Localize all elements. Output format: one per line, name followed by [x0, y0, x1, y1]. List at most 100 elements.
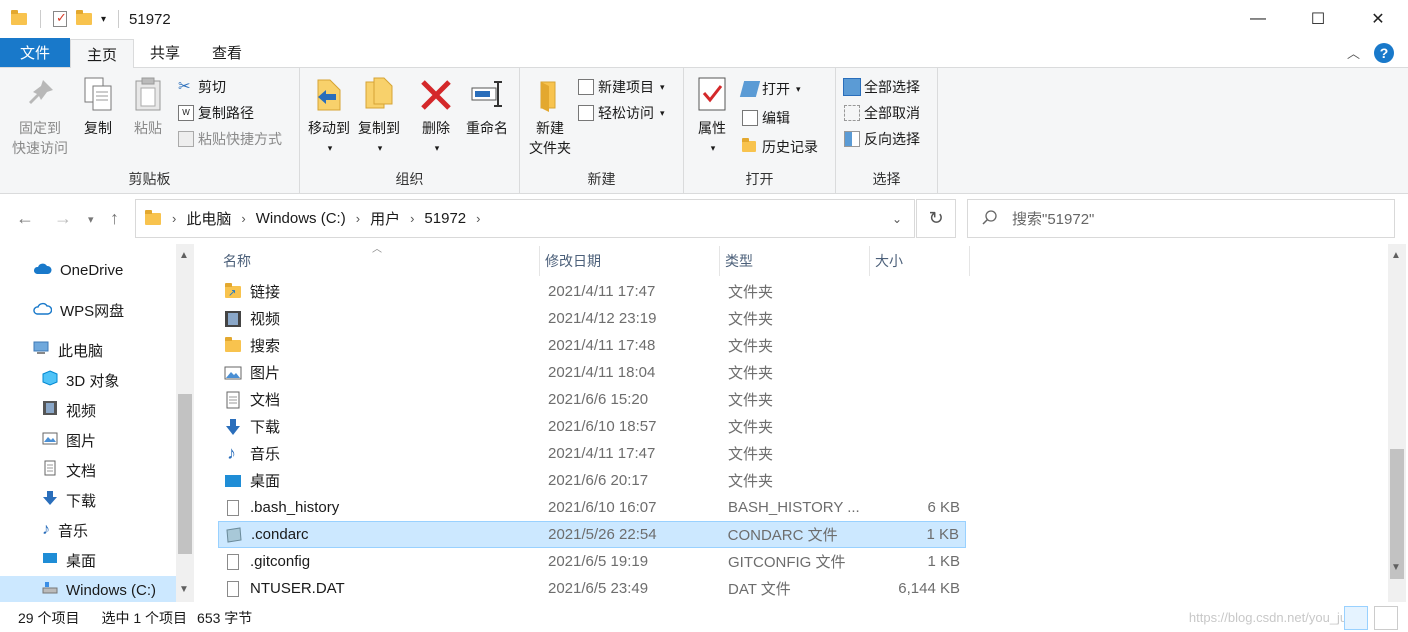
file-row[interactable]: .gitconfig 2021/6/5 19:19 GITCONFIG 文件 1 KB: [218, 548, 966, 575]
chevron-right-icon[interactable]: ›: [476, 211, 480, 226]
chevron-right-icon[interactable]: ›: [172, 211, 176, 226]
chevron-right-icon[interactable]: ›: [241, 211, 245, 226]
file-name: 文档: [250, 392, 281, 409]
pin-label: 固定到 快速访问: [12, 120, 68, 156]
nav-item-documents[interactable]: 文档: [42, 456, 96, 484]
copy-path-button[interactable]: W 复制路径: [178, 102, 254, 124]
nav-item-pictures[interactable]: 图片: [42, 426, 96, 454]
scroll-up-icon[interactable]: ▲: [1391, 250, 1401, 261]
column-header-date[interactable]: 修改日期: [540, 246, 720, 276]
file-row[interactable]: 搜索 2021/4/11 17:48 文件夹: [218, 332, 966, 359]
file-name: NTUSER.DAT: [250, 580, 345, 597]
recent-locations-chevron-icon[interactable]: ▾: [88, 213, 94, 226]
searches-folder-icon: [224, 336, 242, 355]
scroll-thumb[interactable]: [178, 394, 192, 554]
file-row[interactable]: ↗ 链接 2021/4/11 17:47 文件夹: [218, 278, 966, 305]
scroll-thumb[interactable]: [1390, 449, 1404, 579]
copy-to-button[interactable]: 复制到 ▾: [356, 76, 402, 158]
file-name-cell: 桌面: [218, 470, 540, 491]
help-icon[interactable]: ?: [1374, 42, 1394, 63]
select-none-button[interactable]: 全部取消: [844, 102, 920, 124]
details-view-icon[interactable]: [1344, 606, 1368, 630]
refresh-button[interactable]: ↻: [916, 199, 956, 238]
navigation-scrollbar[interactable]: ▲ ▼: [176, 244, 194, 602]
collapse-ribbon-icon[interactable]: ︿: [1347, 43, 1360, 62]
breadcrumb-this-pc[interactable]: 此电脑: [186, 208, 231, 229]
dropdown-icon: ▾: [710, 143, 716, 153]
scroll-down-icon[interactable]: ▼: [1391, 562, 1401, 573]
properties-check-icon[interactable]: ✓: [53, 10, 67, 27]
nav-item-this-pc[interactable]: 此电脑: [32, 336, 103, 364]
paste-button[interactable]: 粘贴: [128, 76, 168, 138]
new-item-button[interactable]: 新建项目 ▾: [578, 76, 665, 98]
file-row[interactable]: 视频 2021/4/12 23:19 文件夹: [218, 305, 966, 332]
computer-icon: [32, 340, 50, 360]
address-bar[interactable]: › 此电脑 › Windows (C:) › 用户 › 51972 › ⌄: [135, 199, 915, 238]
maximize-button[interactable]: ☐: [1288, 0, 1348, 38]
address-dropdown-icon[interactable]: ⌄: [892, 212, 902, 226]
file-name: 链接: [250, 284, 281, 301]
pictures-folder-icon: [224, 364, 242, 382]
scroll-up-icon[interactable]: ▲: [179, 250, 189, 261]
paste-shortcut-button[interactable]: 粘贴快捷方式: [178, 128, 282, 150]
easy-access-button[interactable]: 轻松访问 ▾: [578, 102, 665, 124]
column-header-type[interactable]: 类型: [720, 246, 870, 276]
file-row[interactable]: .bash_history 2021/6/10 16:07 BASH_HISTORY…: [218, 494, 966, 521]
file-list-scrollbar[interactable]: ▲ ▼: [1388, 244, 1406, 602]
column-header-size[interactable]: 大小: [870, 246, 970, 276]
new-folder-button[interactable]: 新建 文件夹: [524, 76, 576, 158]
nav-item-downloads[interactable]: 下载: [42, 486, 96, 514]
minimize-button[interactable]: —: [1228, 0, 1288, 38]
open-button[interactable]: 打开 ▾: [739, 78, 801, 100]
properties-button[interactable]: 属性 ▾: [692, 76, 732, 158]
rename-button[interactable]: 重命名: [462, 76, 512, 138]
nav-item-videos[interactable]: 视频: [42, 396, 96, 424]
new-folder-icon[interactable]: [75, 10, 93, 28]
tab-share[interactable]: 共享: [134, 38, 196, 67]
file-row[interactable]: 下载 2021/6/10 18:57 文件夹: [218, 413, 966, 440]
nav-item-wps[interactable]: WPS网盘: [32, 296, 124, 324]
file-row[interactable]: 桌面 2021/6/6 20:17 文件夹: [218, 467, 966, 494]
edit-button[interactable]: 编辑: [742, 107, 790, 129]
document-icon: [42, 460, 58, 480]
nav-item-windows-c[interactable]: Windows (C:): [0, 576, 176, 602]
breadcrumb-51972[interactable]: 51972: [424, 210, 466, 227]
nav-item-3d-objects[interactable]: 3D 对象: [42, 366, 119, 394]
scissors-icon: ✂: [178, 78, 191, 95]
delete-button[interactable]: 删除 ▾: [416, 76, 456, 158]
tab-file[interactable]: 文件: [0, 38, 70, 67]
pin-quick-access-button[interactable]: 固定到 快速访问: [8, 76, 72, 158]
up-arrow-icon[interactable]: ↑: [110, 208, 119, 229]
tab-view[interactable]: 查看: [196, 38, 258, 67]
nav-item-onedrive[interactable]: OneDrive: [32, 256, 123, 284]
tab-home[interactable]: 主页: [70, 39, 135, 68]
file-row[interactable]: ♪ 音乐 2021/4/11 17:47 文件夹: [218, 440, 966, 467]
move-to-button[interactable]: 移动到 ▾: [306, 76, 352, 158]
file-row[interactable]: .condarc 2021/5/26 22:54 CONDARC 文件 1 KB: [218, 521, 966, 548]
chevron-right-icon[interactable]: ›: [410, 211, 414, 226]
scroll-down-icon[interactable]: ▼: [179, 584, 189, 595]
onedrive-cloud-icon: [32, 261, 52, 279]
chevron-right-icon[interactable]: ›: [356, 211, 360, 226]
nav-item-desktop[interactable]: 桌面: [42, 546, 96, 574]
large-icons-view-icon[interactable]: [1374, 606, 1398, 630]
customize-qat-icon[interactable]: ▾: [101, 14, 106, 25]
breadcrumb-users[interactable]: 用户: [370, 208, 400, 229]
file-row[interactable]: NTUSER.DAT 2021/6/5 23:49 DAT 文件 6,144 KB: [218, 575, 966, 602]
invert-selection-button[interactable]: 反向选择: [844, 128, 920, 150]
cut-button[interactable]: ✂ 剪切: [178, 76, 226, 98]
download-arrow-icon: [42, 490, 58, 510]
select-all-button[interactable]: 全部选择: [843, 76, 920, 98]
column-header-name[interactable]: 名称: [218, 246, 540, 276]
history-button[interactable]: 历史记录: [742, 136, 818, 158]
search-box[interactable]: 搜索"51972": [967, 199, 1395, 238]
forward-arrow-icon[interactable]: →: [54, 208, 72, 229]
file-row[interactable]: 图片 2021/4/11 18:04 文件夹: [218, 359, 966, 386]
nav-item-music[interactable]: ♪ 音乐: [42, 516, 88, 544]
back-arrow-icon[interactable]: ←: [16, 208, 34, 229]
breadcrumb-windows-c[interactable]: Windows (C:): [256, 210, 346, 227]
file-date: 2021/4/11 17:48: [548, 337, 656, 354]
close-button[interactable]: ✕: [1348, 0, 1408, 38]
file-row[interactable]: 文档 2021/6/6 15:20 文件夹: [218, 386, 966, 413]
copy-button[interactable]: 复制: [78, 76, 118, 138]
